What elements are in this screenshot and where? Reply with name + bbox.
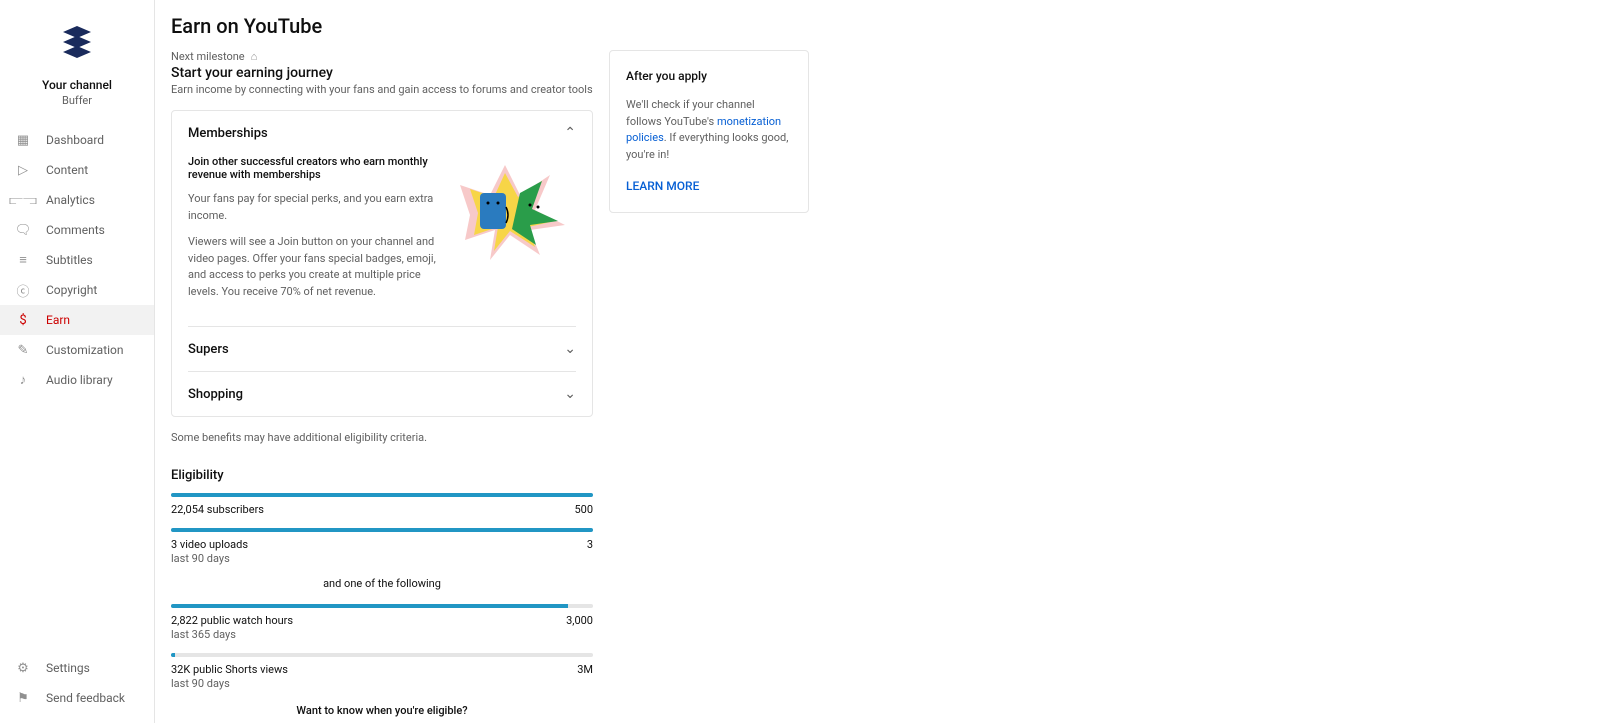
accordion-supers-head[interactable]: Supers ⌄ [188, 327, 576, 371]
content-icon: ▷ [14, 161, 32, 179]
metric-watch-hours: 2,822 public watch hours 3,000 last 365 d… [171, 604, 593, 641]
sidebar-item-subtitles[interactable]: ≡ Subtitles [0, 245, 154, 275]
copyright-icon: ⓒ [14, 281, 32, 299]
sidebar-item-customization[interactable]: ✎ Customization [0, 335, 154, 365]
after-apply-card: After you apply We'll check if your chan… [609, 50, 809, 213]
accordion-memberships-body: Join other successful creators who earn … [188, 155, 576, 326]
dashboard-icon: ▦ [14, 131, 32, 149]
accordion-title: Memberships [188, 126, 268, 141]
metric-label: 3 video uploads [171, 538, 248, 551]
channel-name: Your channel [42, 78, 112, 92]
lock-icon: ⌂ [251, 50, 258, 63]
journey-subtitle: Earn income by connecting with your fans… [171, 83, 593, 96]
sidebar-label: Earn [46, 313, 70, 327]
sidebar: Your channel Buffer ▦ Dashboard ▷ Content … [0, 0, 155, 723]
eligibility-title: Eligibility [171, 468, 593, 483]
info-title: After you apply [626, 69, 792, 83]
sidebar-label: Subtitles [46, 253, 93, 267]
memberships-p1: Your fans pay for special perks, and you… [188, 191, 436, 224]
metric-target: 3 [587, 538, 593, 551]
metric-uploads: 3 video uploads 3 last 90 days [171, 528, 593, 565]
accordion-memberships-head[interactable]: Memberships ⌃ [188, 111, 576, 155]
audio-icon: ♪ [14, 371, 32, 389]
metric-label: 32K public Shorts views [171, 663, 288, 676]
metric-label: 2,822 public watch hours [171, 614, 293, 627]
and-one-label: and one of the following [171, 577, 593, 590]
info-text: We'll check if your channel follows YouT… [626, 97, 792, 163]
metric-target: 3,000 [566, 614, 593, 627]
accordion-title: Shopping [188, 387, 243, 402]
sidebar-label: Content [46, 163, 88, 177]
milestone-label: Next milestone [171, 50, 245, 63]
metric-label: 22,054 subscribers [171, 503, 264, 516]
sidebar-item-analytics[interactable]: ⫍⫎ Analytics [0, 185, 154, 215]
subtitles-icon: ≡ [14, 251, 32, 269]
benefits-footnote: Some benefits may have additional eligib… [171, 431, 593, 444]
nav: ▦ Dashboard ▷ Content ⫍⫎ Analytics 🗨 Comment… [0, 125, 154, 395]
next-milestone: Next milestone ⌂ [171, 50, 593, 63]
sidebar-item-dashboard[interactable]: ▦ Dashboard [0, 125, 154, 155]
main: Earn on YouTube Next milestone ⌂ Start y… [155, 0, 1600, 723]
cta-text: Want to know when you're eligible? [171, 704, 593, 717]
metric-target: 500 [574, 503, 593, 516]
sidebar-label: Send feedback [46, 691, 125, 705]
analytics-icon: ⫍⫎ [14, 191, 32, 209]
earn-card: Memberships ⌃ Join other successful crea… [171, 110, 593, 417]
metric-period: last 365 days [171, 628, 593, 641]
sidebar-label: Dashboard [46, 133, 104, 147]
channel-block: Your channel Buffer [0, 18, 154, 125]
feedback-icon: ⚑ [14, 689, 32, 707]
sidebar-label: Customization [46, 343, 124, 357]
learn-more-link[interactable]: LEARN MORE [626, 179, 699, 193]
chevron-down-icon: ⌄ [564, 386, 576, 402]
metric-subscribers: 22,054 subscribers 500 [171, 493, 593, 516]
chevron-down-icon: ⌄ [564, 341, 576, 357]
earn-icon: $ [14, 311, 32, 329]
comments-icon: 🗨 [14, 221, 32, 239]
metric-shorts-views: 32K public Shorts views 3M last 90 days [171, 653, 593, 690]
sidebar-label: Settings [46, 661, 90, 675]
sidebar-label: Comments [46, 223, 105, 237]
accordion-shopping-head[interactable]: Shopping ⌄ [188, 372, 576, 416]
sidebar-item-copyright[interactable]: ⓒ Copyright [0, 275, 154, 305]
chevron-up-icon: ⌃ [564, 125, 576, 141]
sidebar-item-content[interactable]: ▷ Content [0, 155, 154, 185]
metric-period: last 90 days [171, 552, 593, 565]
customization-icon: ✎ [14, 341, 32, 359]
memberships-headline: Join other successful creators who earn … [188, 155, 436, 181]
settings-icon: ⚙ [14, 659, 32, 677]
page-title: Earn on YouTube [171, 14, 1584, 38]
sidebar-item-audio-library[interactable]: ♪ Audio library [0, 365, 154, 395]
sidebar-item-comments[interactable]: 🗨 Comments [0, 215, 154, 245]
journey-title: Start your earning journey [171, 65, 593, 81]
channel-logo-icon [63, 26, 91, 60]
accordion-title: Supers [188, 342, 229, 357]
sidebar-item-settings[interactable]: ⚙ Settings [0, 653, 154, 683]
memberships-p2: Viewers will see a Join button on your c… [188, 234, 436, 300]
sidebar-item-earn[interactable]: $ Earn [0, 305, 154, 335]
sidebar-item-feedback[interactable]: ⚑ Send feedback [0, 683, 154, 713]
memberships-illustration [450, 155, 576, 265]
channel-account: Buffer [62, 94, 92, 107]
sidebar-label: Audio library [46, 373, 113, 387]
metric-target: 3M [577, 663, 593, 676]
metric-period: last 90 days [171, 677, 593, 690]
sidebar-label: Analytics [46, 193, 95, 207]
sidebar-label: Copyright [46, 283, 97, 297]
